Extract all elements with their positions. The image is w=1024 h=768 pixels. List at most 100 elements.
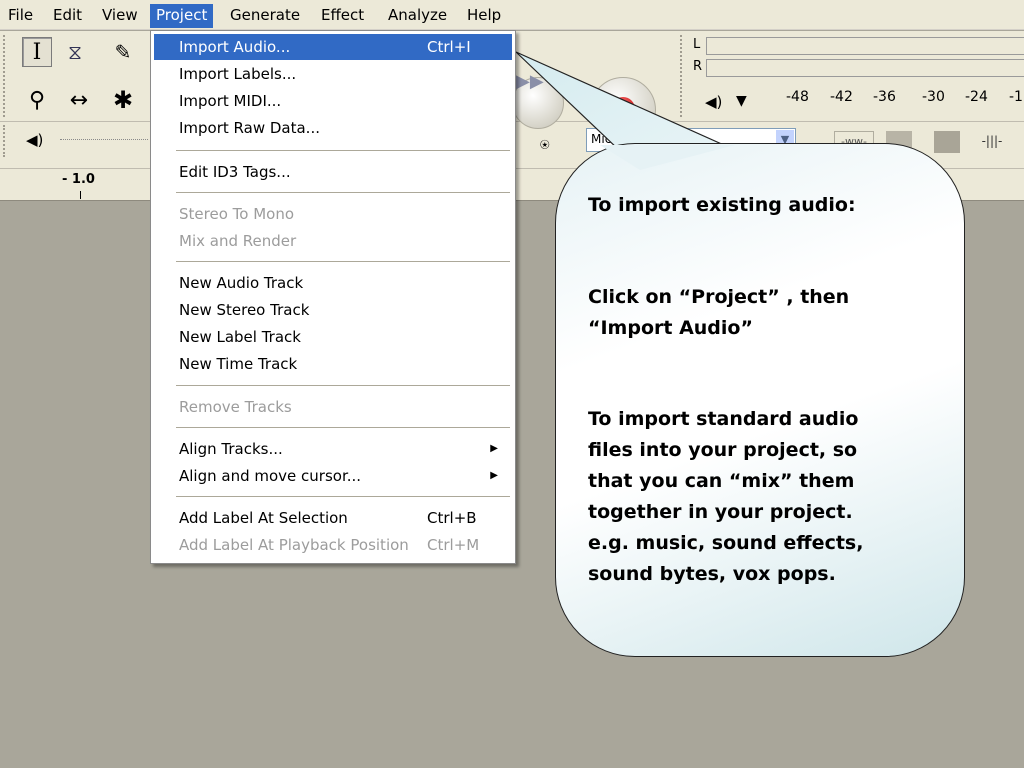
meter-left-bar [706, 37, 1024, 55]
meter-left-label: L [693, 37, 701, 52]
menu-generate[interactable]: Generate [224, 4, 306, 28]
menu-effect[interactable]: Effect [315, 4, 370, 28]
menu-separator [176, 150, 510, 151]
meter-scale-label: -42 [830, 89, 853, 105]
menu-file[interactable]: File [2, 4, 39, 28]
menu-item-label: New Stereo Track [179, 301, 310, 319]
menu-item-new-label-track[interactable]: New Label Track [154, 324, 512, 350]
menu-item-label: New Audio Track [179, 274, 304, 292]
menu-separator [176, 385, 510, 386]
menu-item-label: Add Label At Playback Position [179, 536, 409, 554]
menu-separator [176, 192, 510, 193]
menu-item-import-labels[interactable]: Import Labels... [154, 61, 512, 87]
zoom-tool-button[interactable]: ⚲ [22, 85, 52, 115]
menu-item-label: Import Audio... [179, 38, 291, 56]
ruler-start-label: - 1.0 [62, 172, 95, 187]
menu-view[interactable]: View [96, 4, 144, 28]
callout-body-line: sound bytes, vox pops. [588, 563, 836, 585]
meter-scale-label: -24 [965, 89, 988, 105]
menu-item-label: Import MIDI... [179, 92, 282, 110]
menu-item-edit-id3-tags[interactable]: Edit ID3 Tags... [154, 159, 512, 185]
menu-analyze[interactable]: Analyze [382, 4, 453, 28]
project-menu: Import Audio... Ctrl+I Import Labels... … [150, 30, 516, 564]
menu-item-label: Stereo To Mono [179, 205, 295, 223]
menu-item-new-time-track[interactable]: New Time Track [154, 351, 512, 377]
meter-scale-label: -36 [873, 89, 896, 105]
meter-right-bar [706, 59, 1024, 77]
menu-separator [176, 427, 510, 428]
level-meter: L R [688, 33, 1024, 83]
time-shift-tool-button[interactable]: ↔ [64, 85, 94, 115]
output-volume-slider[interactable] [60, 139, 148, 141]
skip-end-icon: ▶▶ [516, 71, 544, 92]
magnifier-icon: ⚲ [28, 87, 46, 113]
menu-item-label: Edit ID3 Tags... [179, 163, 291, 181]
menu-item-label: Align Tracks... [179, 440, 283, 458]
menu-item-label: Add Label At Selection [179, 509, 348, 527]
envelope-tool-button[interactable]: ⧖ [60, 37, 90, 67]
callout-instruction-line: “Import Audio” [588, 317, 753, 339]
callout-body-line: together in your project. [588, 501, 853, 523]
input-source-value: Mic [591, 132, 612, 146]
meter-scale-label: -30 [922, 89, 945, 105]
menu-bar: File Edit View Project Generate Effect A… [0, 0, 1024, 30]
toolbar-grip[interactable] [3, 35, 8, 117]
menu-project[interactable]: Project [150, 4, 214, 28]
menu-item-label: Import Labels... [179, 65, 297, 83]
time-shift-icon: ↔ [69, 87, 89, 113]
menu-item-import-midi[interactable]: Import MIDI... [154, 88, 512, 114]
menu-item-shortcut: Ctrl+B [427, 509, 477, 527]
envelope-tool-icon: ⧖ [67, 40, 83, 64]
meter-speaker-icon: ◀) [705, 93, 723, 111]
toolbar-grip[interactable] [680, 35, 685, 117]
pencil-icon: ✎ [114, 40, 132, 64]
callout-instruction-line: Click on “Project” , then [588, 286, 850, 308]
record-icon [611, 97, 635, 121]
multi-tool-button[interactable]: ✱ [108, 85, 138, 115]
menu-item-shortcut: Ctrl+I [427, 38, 471, 56]
menu-edit[interactable]: Edit [47, 4, 88, 28]
selection-tool-button[interactable]: I [22, 37, 52, 67]
menu-item-label: Mix and Render [179, 232, 297, 250]
menu-item-align-and-move-cursor[interactable]: Align and move cursor... ▶ [154, 463, 512, 489]
toolbar-grip[interactable] [3, 125, 8, 157]
meter-scale-label: -48 [786, 89, 809, 105]
callout-body-line: e.g. music, sound effects, [588, 532, 864, 554]
menu-item-stereo-to-mono: Stereo To Mono [154, 201, 512, 227]
callout-body-line: To import standard audio [588, 408, 859, 430]
menu-item-label: Import Raw Data... [179, 119, 320, 137]
menu-help[interactable]: Help [461, 4, 507, 28]
menu-item-remove-tracks: Remove Tracks [154, 394, 512, 420]
menu-item-align-tracks[interactable]: Align Tracks... ▶ [154, 436, 512, 462]
menu-item-mix-and-render: Mix and Render [154, 228, 512, 254]
menu-item-add-label-at-selection[interactable]: Add Label At Selection Ctrl+B [154, 505, 512, 531]
submenu-arrow-icon: ▶ [490, 470, 498, 481]
ruler-tick [80, 191, 81, 199]
meter-scale-label: -1 [1009, 89, 1023, 105]
menu-item-import-raw-data[interactable]: Import Raw Data... [154, 115, 512, 141]
menu-item-shortcut: Ctrl+M [427, 536, 480, 554]
menu-item-label: Align and move cursor... [179, 467, 362, 485]
menu-item-import-audio[interactable]: Import Audio... Ctrl+I [154, 34, 512, 60]
selection-tool-icon: I [32, 39, 42, 65]
speaker-icon: ◀) [26, 131, 44, 149]
multi-tool-icon: ✱ [112, 86, 134, 114]
meter-dropdown-arrow-icon[interactable]: ▼ [736, 93, 747, 109]
draw-tool-button[interactable]: ✎ [108, 37, 138, 67]
menu-item-new-audio-track[interactable]: New Audio Track [154, 270, 512, 296]
callout-body-line: that you can “mix” them [588, 470, 855, 492]
menu-item-label: Remove Tracks [179, 398, 292, 416]
menu-item-new-stereo-track[interactable]: New Stereo Track [154, 297, 512, 323]
menu-item-add-label-at-playback-position: Add Label At Playback Position Ctrl+M [154, 532, 512, 558]
menu-item-label: New Label Track [179, 328, 301, 346]
microphone-icon: ⍟ [540, 135, 550, 154]
submenu-arrow-icon: ▶ [490, 443, 498, 454]
silence-icon[interactable]: -|||- [974, 131, 1010, 153]
paste-icon[interactable] [934, 131, 960, 153]
menu-separator [176, 261, 510, 262]
callout-body-line: files into your project, so [588, 439, 858, 461]
meter-right-label: R [693, 59, 703, 74]
callout-heading: To import existing audio: [588, 194, 856, 216]
menu-item-label: New Time Track [179, 355, 298, 373]
menu-separator [176, 496, 510, 497]
